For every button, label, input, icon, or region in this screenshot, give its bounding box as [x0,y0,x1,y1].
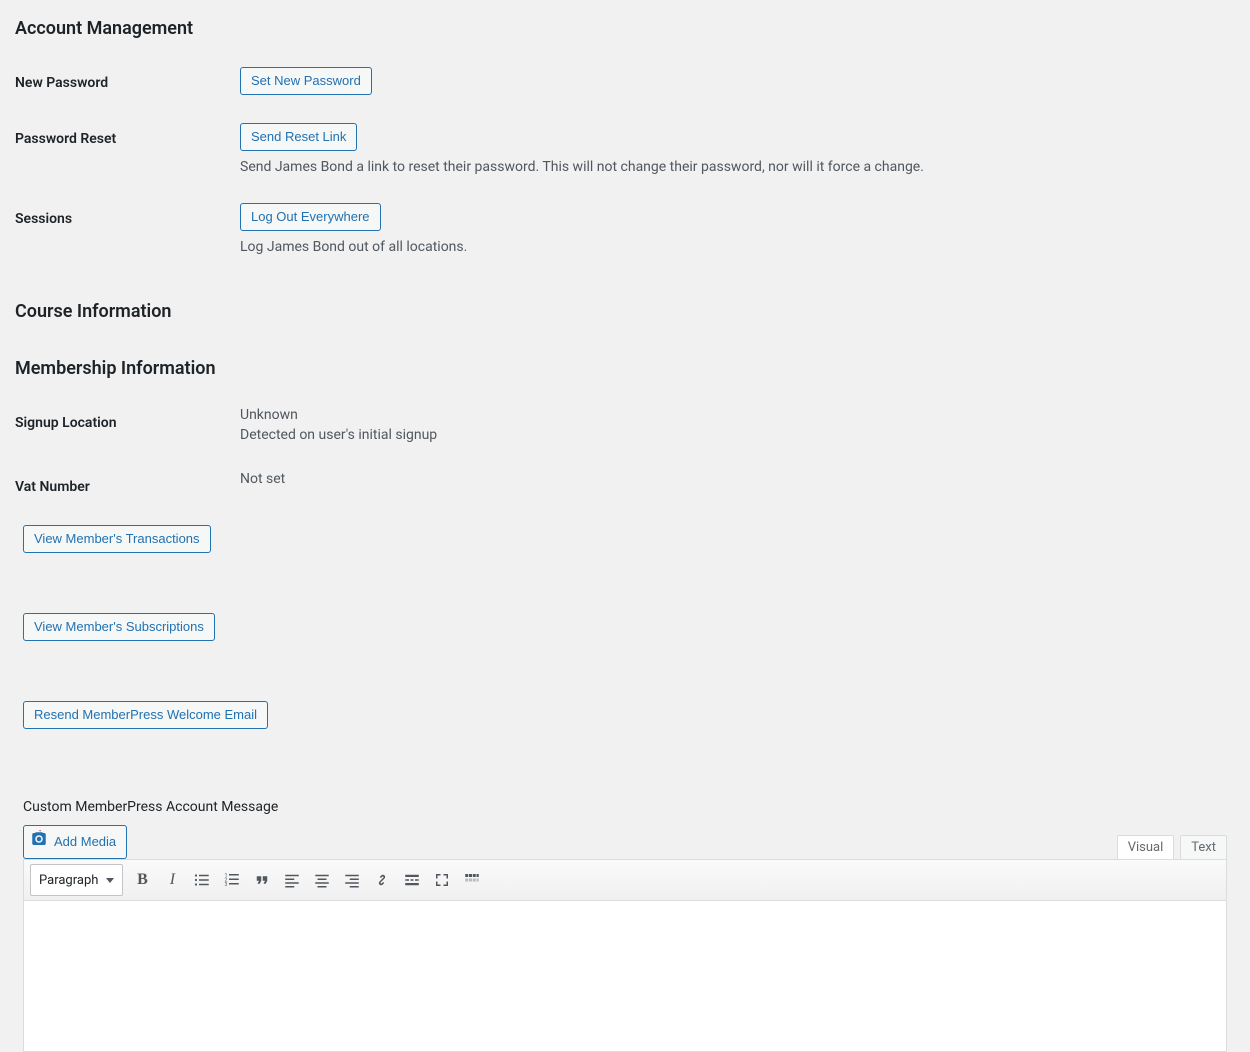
add-media-button[interactable]: Add Media [23,825,127,859]
tab-visual[interactable]: Visual [1117,835,1175,859]
tab-text[interactable]: Text [1180,835,1227,859]
membership-information-heading: Membership Information [15,350,1235,387]
password-reset-label: Password Reset [15,113,240,193]
editor-tabs: Visual Text [1117,835,1227,859]
format-dropdown-value: Paragraph [39,873,98,888]
resend-welcome-email-button[interactable]: Resend MemberPress Welcome Email [23,701,268,729]
set-new-password-button[interactable]: Set New Password [240,67,372,95]
vat-number-value: Not set [240,471,1225,487]
bulleted-list-icon[interactable] [191,869,213,891]
editor-wrapper: Add Media Visual Text Paragraph B I 123 [23,825,1227,1052]
fullscreen-icon[interactable] [431,869,453,891]
send-reset-link-button[interactable]: Send Reset Link [240,123,357,151]
account-management-table: New Password Set New Password Password R… [15,57,1235,273]
course-information-heading: Course Information [15,293,1235,330]
bold-icon[interactable]: B [131,869,153,891]
vat-number-label: Vat Number [15,461,240,513]
view-member-subscriptions-button[interactable]: View Member's Subscriptions [23,613,215,641]
toolbar-toggle-icon[interactable] [461,869,483,891]
log-out-everywhere-button[interactable]: Log Out Everywhere [240,203,381,231]
blockquote-icon[interactable] [251,869,273,891]
sessions-description: Log James Bond out of all locations. [240,239,1225,255]
editor-content-area[interactable] [23,901,1227,1052]
password-reset-description: Send James Bond a link to reset their pa… [240,159,1225,175]
align-center-icon[interactable] [311,869,333,891]
svg-text:3: 3 [225,882,228,888]
add-media-label: Add Media [54,832,116,852]
read-more-icon[interactable] [401,869,423,891]
sessions-label: Sessions [15,193,240,273]
italic-icon[interactable]: I [161,869,183,891]
signup-location-value: Unknown [240,407,1225,423]
align-left-icon[interactable] [281,869,303,891]
numbered-list-icon[interactable]: 123 [221,869,243,891]
media-icon [30,830,48,854]
view-member-transactions-button[interactable]: View Member's Transactions [23,525,211,553]
custom-account-message-heading: Custom MemberPress Account Message [23,799,1235,815]
link-icon[interactable] [371,869,393,891]
format-dropdown[interactable]: Paragraph [30,864,123,896]
account-management-heading: Account Management [15,10,1235,47]
signup-location-description: Detected on user's initial signup [240,427,1225,443]
new-password-label: New Password [15,57,240,113]
align-right-icon[interactable] [341,869,363,891]
signup-location-label: Signup Location [15,397,240,461]
editor-toolbar: Paragraph B I 123 [23,859,1227,901]
membership-information-table: Signup Location Unknown Detected on user… [15,397,1235,513]
